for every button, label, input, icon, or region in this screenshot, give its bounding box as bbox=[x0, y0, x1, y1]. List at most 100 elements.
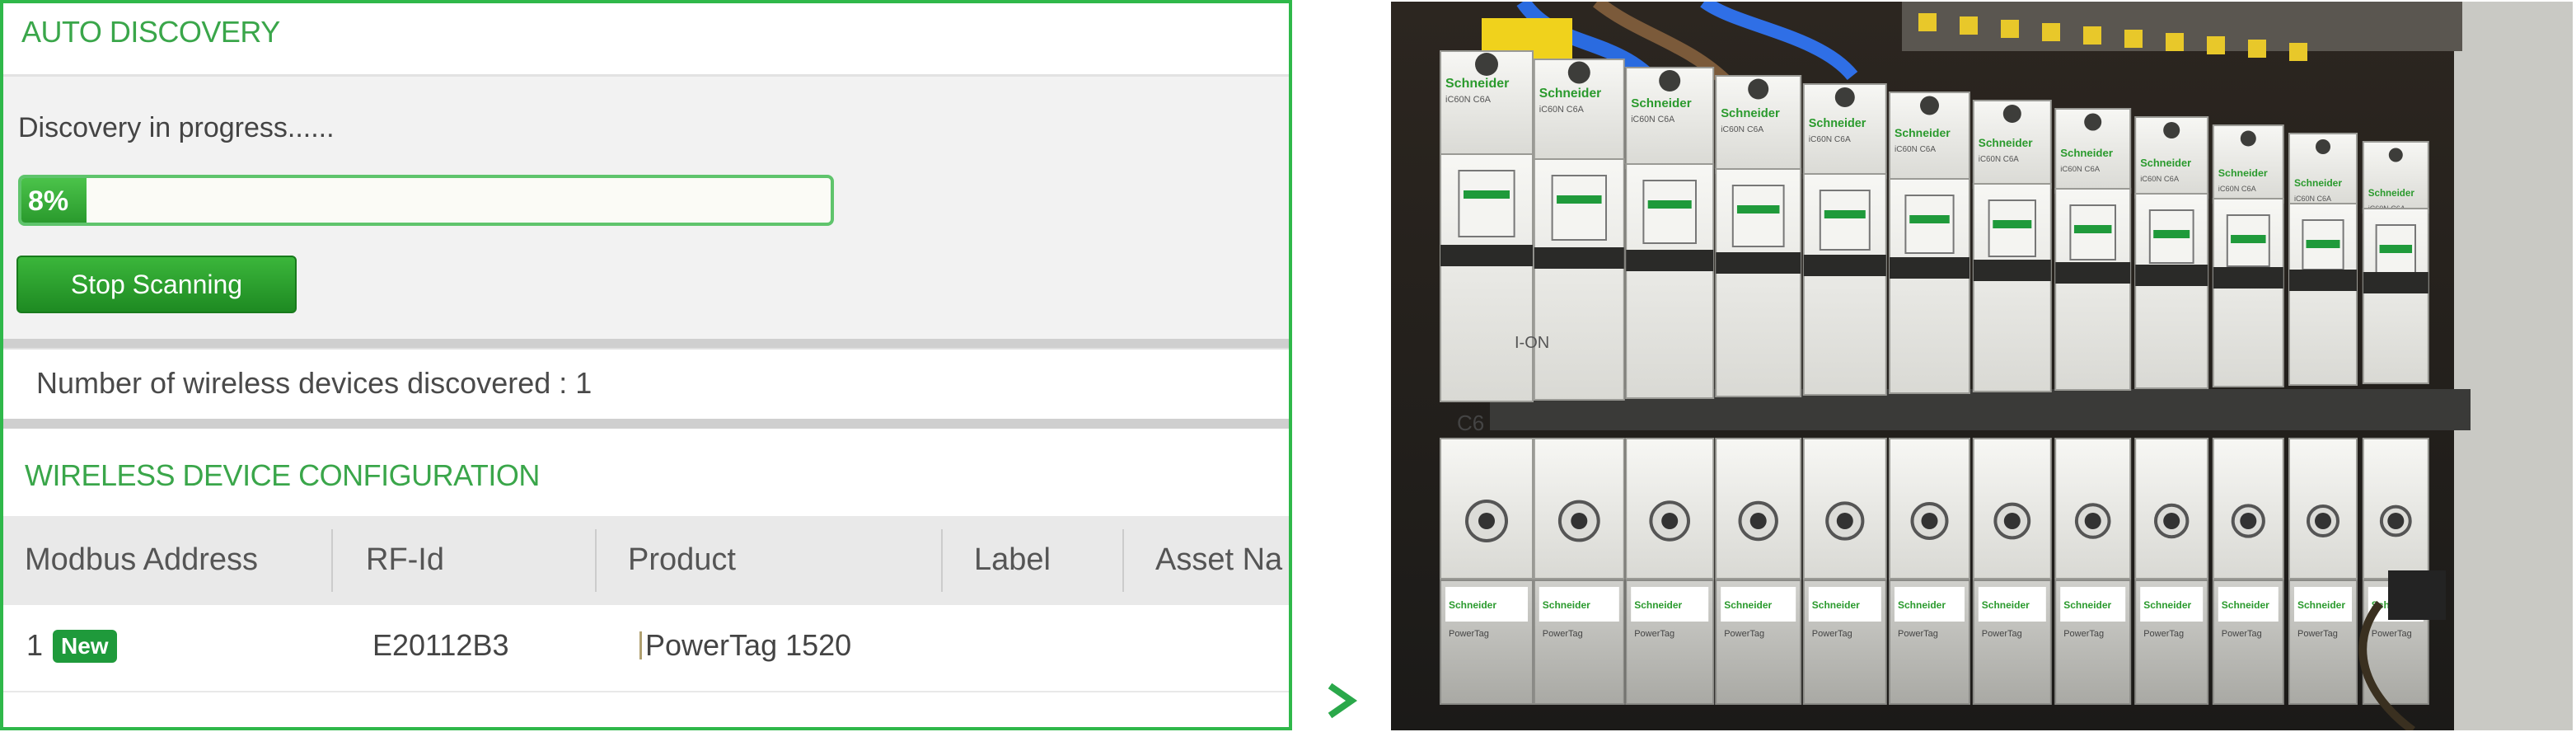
brand-label: Schneider bbox=[2060, 147, 2113, 159]
model-label: iC60N C6A bbox=[1631, 115, 1675, 124]
auto-discovery-title: AUTO DISCOVERY bbox=[21, 15, 280, 49]
terminal-screw bbox=[1659, 70, 1681, 92]
brand-label: Schneider bbox=[2140, 157, 2191, 169]
terminal-screw bbox=[2084, 113, 2102, 131]
sensor-screw-head bbox=[1749, 513, 1767, 529]
powertag-brand: Schneider bbox=[1812, 599, 1860, 611]
terminal-screw bbox=[1834, 87, 1855, 107]
cell-modbus-address: 1 bbox=[26, 628, 44, 662]
model-label: iC60N C6A bbox=[1979, 155, 2019, 164]
powertag-brand: Schneider bbox=[2063, 599, 2111, 611]
switch-label: I-ON bbox=[1515, 334, 1549, 352]
discovery-status-text: Discovery in progress...... bbox=[18, 112, 335, 143]
brand-label: Schneider bbox=[2218, 167, 2268, 179]
brand-label: Schneider bbox=[1809, 117, 1866, 130]
model-label: iC60N C6A bbox=[2060, 165, 2101, 174]
model-label: iC60N C6A bbox=[1539, 105, 1585, 115]
cell-rf-id: E20112B3 bbox=[372, 628, 509, 662]
terminal-screw bbox=[1748, 78, 1769, 100]
column-header-product[interactable]: Product bbox=[628, 542, 736, 578]
brand-label: Schneider bbox=[1895, 126, 1951, 139]
breaker-band bbox=[1440, 245, 1533, 266]
powertag-product: PowerTag bbox=[1982, 629, 2022, 639]
column-header-label[interactable]: Label bbox=[974, 542, 1051, 578]
model-label: iC60N C6A bbox=[2140, 174, 2180, 183]
wireless-config-title: WIRELESS DEVICE CONFIGURATION bbox=[25, 458, 540, 492]
breaker-on-indicator bbox=[2153, 230, 2190, 238]
breaker-band bbox=[1534, 247, 1624, 269]
model-label: iC60N C6A bbox=[1895, 145, 1936, 154]
progress-label: 8% bbox=[28, 185, 69, 217]
terminal-screw bbox=[2316, 139, 2330, 154]
stop-scanning-button[interactable]: Stop Scanning bbox=[16, 256, 297, 313]
discovery-progress-bar: 8% bbox=[18, 175, 834, 226]
powertag-brand: Schneider bbox=[2297, 599, 2345, 611]
brand-label: Schneider bbox=[2368, 188, 2415, 199]
section-divider bbox=[3, 339, 1289, 348]
powertag-product: PowerTag bbox=[2222, 629, 2262, 639]
devices-count-text: Number of wireless devices discovered : … bbox=[36, 366, 592, 400]
column-divider bbox=[941, 529, 943, 592]
breaker-band bbox=[2363, 272, 2428, 293]
sensor-screw-head bbox=[2163, 513, 2180, 529]
breaker-band bbox=[1973, 260, 2051, 281]
terminal-screw bbox=[2002, 105, 2021, 123]
switchboard-photo: Schneider iC60N C6A Schneider PowerTag Schne… bbox=[1391, 2, 2573, 730]
powertag-product: PowerTag bbox=[1812, 629, 1852, 639]
sensor-screw-head bbox=[2387, 513, 2405, 529]
breaker-on-indicator bbox=[2231, 235, 2266, 243]
terminal-screw bbox=[2163, 122, 2180, 138]
product-name: PowerTag 1520 bbox=[645, 628, 852, 662]
powertag-brand: Schneider bbox=[1634, 599, 1682, 611]
powertag-product: PowerTag bbox=[1449, 629, 1489, 639]
breaker-toggle bbox=[1642, 180, 1697, 244]
sensor-screw-head bbox=[2240, 513, 2257, 529]
breaker-toggle bbox=[1551, 175, 1608, 241]
powertag-product: PowerTag bbox=[1634, 629, 1674, 639]
terminal-screw bbox=[1475, 53, 1498, 76]
brand-label: Schneider bbox=[1979, 137, 2033, 149]
sensor-screw-head bbox=[1478, 513, 1495, 529]
breaker-on-indicator bbox=[2379, 245, 2413, 253]
powertag-brand: Schneider bbox=[1982, 599, 2030, 611]
breaker-on-indicator bbox=[1824, 210, 1866, 218]
powertag-product: PowerTag bbox=[1543, 629, 1583, 639]
column-header-asset-name[interactable]: Asset Na bbox=[1155, 542, 1282, 578]
sensor-screw-head bbox=[1571, 513, 1588, 529]
column-header-rf-id[interactable]: RF-Id bbox=[366, 542, 444, 578]
brand-label: Schneider bbox=[2294, 177, 2342, 189]
new-badge: New bbox=[53, 630, 117, 663]
model-label: iC60N C6A bbox=[2218, 185, 2257, 193]
breaker-toggle bbox=[1904, 195, 1955, 254]
sensor-screw-head bbox=[1661, 513, 1679, 529]
breaker-on-indicator bbox=[2306, 240, 2340, 248]
breaker-on-indicator bbox=[1993, 220, 2032, 228]
breaker-row: Schneider iC60N C6A Schneider PowerTag Schne… bbox=[1440, 50, 2429, 705]
rating-label: C6 bbox=[1457, 411, 1484, 435]
breaker-on-indicator bbox=[1736, 205, 1780, 214]
breaker-band bbox=[2213, 267, 2283, 289]
discovery-panel: AUTO DISCOVERY Discovery in progress....… bbox=[0, 0, 1292, 730]
column-divider bbox=[1122, 529, 1124, 592]
sensor-screw-head bbox=[1921, 513, 1938, 529]
breaker-toggle bbox=[1819, 190, 1871, 251]
breaker-band bbox=[1803, 255, 1886, 276]
brand-label: Schneider bbox=[1721, 107, 1780, 120]
text-cursor bbox=[639, 631, 642, 659]
sensor-screw-head bbox=[2003, 513, 2021, 529]
breaker-band bbox=[1626, 250, 1714, 271]
model-label: iC60N C6A bbox=[1445, 95, 1492, 105]
powertag-product: PowerTag bbox=[2143, 629, 2184, 639]
powertag-brand: Schneider bbox=[1724, 599, 1772, 611]
column-header-modbus-address[interactable]: Modbus Address bbox=[25, 542, 258, 578]
breaker-band bbox=[2135, 265, 2208, 286]
cell-product: PowerTag 1520 bbox=[639, 628, 851, 663]
powertag-brand: Schneider bbox=[1543, 599, 1590, 611]
powertag-product: PowerTag bbox=[2372, 629, 2412, 639]
sensor-screw-head bbox=[1836, 513, 1853, 529]
powertag-product: PowerTag bbox=[1724, 629, 1764, 639]
powertag-brand: Schneider bbox=[1898, 599, 1946, 611]
row-divider bbox=[3, 691, 1289, 692]
sensor-screw-head bbox=[2315, 513, 2331, 529]
column-divider bbox=[331, 529, 333, 592]
